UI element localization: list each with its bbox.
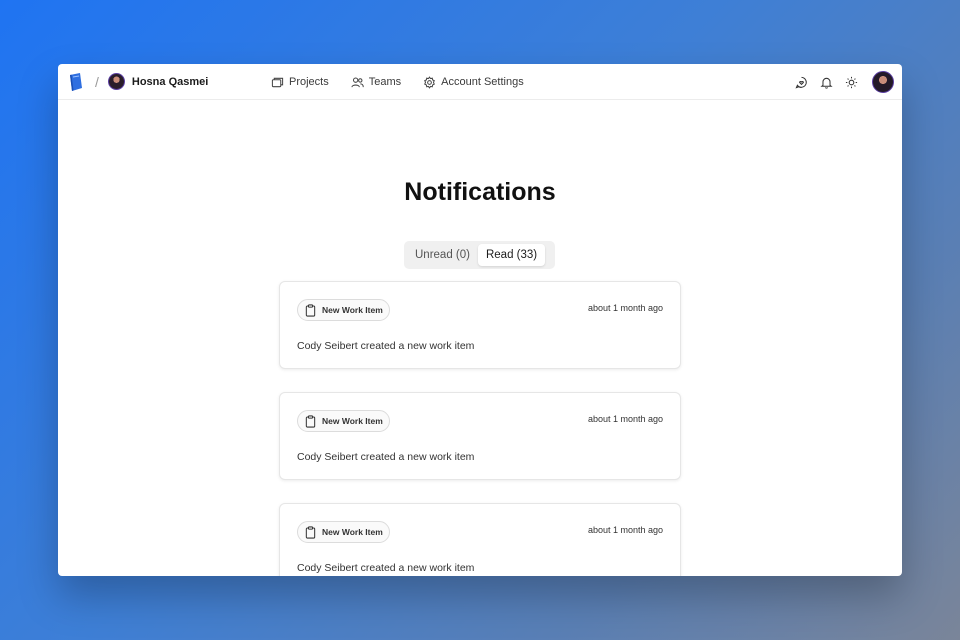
chat-icon[interactable]: [795, 76, 808, 89]
sun-icon[interactable]: [845, 76, 858, 89]
badge-label: New Work Item: [322, 527, 383, 537]
user-avatar[interactable]: [107, 73, 125, 90]
folders-icon: [271, 77, 284, 87]
notification-type-badge: New Work Item: [297, 410, 390, 432]
user-name[interactable]: Hosna Qasmei: [132, 76, 208, 88]
gear-icon: [424, 75, 436, 89]
bell-icon[interactable]: [820, 76, 833, 89]
nav-account-settings-label: Account Settings: [441, 76, 524, 88]
notification-time: about 1 month ago: [587, 525, 663, 535]
nav-account-settings[interactable]: Account Settings: [423, 75, 524, 89]
page-title: Notifications: [404, 178, 556, 206]
header-actions: [795, 64, 894, 100]
clipboard-icon: [305, 303, 316, 317]
notification-card[interactable]: New Work Item about 1 month ago Cody Sei…: [279, 281, 681, 369]
notification-type-badge: New Work Item: [297, 521, 390, 543]
nav-projects-label: Projects: [289, 76, 329, 88]
clipboard-icon: [305, 525, 316, 539]
notification-message: Cody Seibert created a new work item: [297, 562, 475, 574]
profile-avatar[interactable]: [872, 71, 894, 93]
nav-projects[interactable]: Projects: [271, 76, 329, 89]
notification-card[interactable]: New Work Item about 1 month ago Cody Sei…: [279, 503, 681, 576]
app-window: / Hosna Qasmei Projects Teams Account Se…: [58, 64, 902, 576]
nav-teams-label: Teams: [368, 76, 402, 88]
tab-read[interactable]: Read (33): [477, 244, 546, 266]
tab-unread[interactable]: Unread (0): [407, 244, 478, 266]
notification-time: about 1 month ago: [587, 303, 663, 313]
nav-teams[interactable]: Teams: [351, 76, 401, 89]
notification-tabs: Unread (0) Read (33): [404, 241, 555, 269]
badge-label: New Work Item: [322, 305, 383, 315]
users-icon: [351, 77, 364, 87]
notification-message: Cody Seibert created a new work item: [297, 340, 475, 352]
main-nav: Projects Teams Account Settings: [271, 64, 524, 100]
notification-card[interactable]: New Work Item about 1 month ago Cody Sei…: [279, 392, 681, 480]
clipboard-icon: [305, 414, 316, 428]
breadcrumb-separator: /: [95, 73, 99, 90]
top-navigation-bar: / Hosna Qasmei Projects Teams Account Se…: [58, 64, 902, 100]
notification-message: Cody Seibert created a new work item: [297, 451, 475, 463]
notification-type-badge: New Work Item: [297, 299, 390, 321]
notification-time: about 1 month ago: [587, 414, 663, 424]
app-logo-icon[interactable]: [67, 72, 85, 92]
badge-label: New Work Item: [322, 416, 383, 426]
